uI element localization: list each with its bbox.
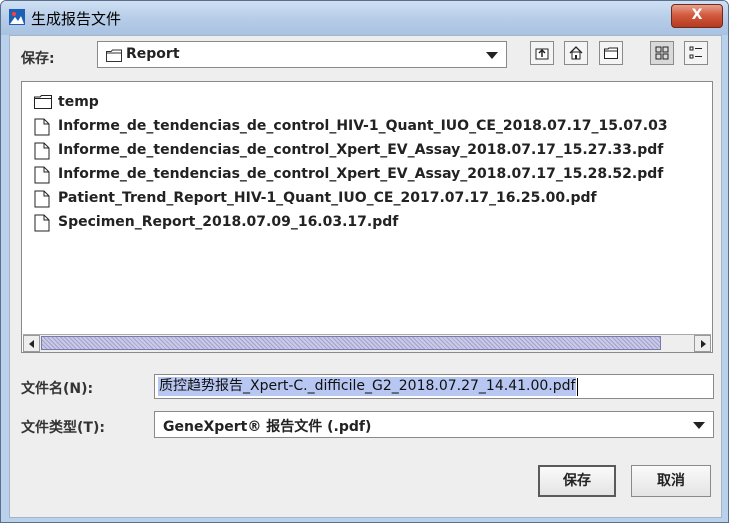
save-button[interactable]: 保存 [538,465,616,497]
file-list[interactable]: temp Informe_de_tendencias_de_control_HI… [21,81,713,353]
home-icon [569,46,583,60]
details-view-button[interactable] [684,41,708,65]
file-name: Patient_Trend_Report_HIV-1_Quant_IUO_CE_… [58,190,597,206]
filetype-dropdown[interactable]: GeneXpert® 报告文件 (.pdf) [154,411,714,438]
list-view-button[interactable] [650,41,674,65]
scroll-left-button[interactable] [23,335,40,352]
chevron-down-icon [486,52,498,59]
scroll-right-button[interactable] [694,335,711,352]
close-button[interactable]: X [671,4,723,28]
arrow-right-icon [701,340,706,348]
details-view-icon [689,46,702,59]
home-button[interactable] [564,41,588,65]
chevron-down-icon [693,422,705,429]
current-folder: Report [126,46,180,62]
app-icon [9,9,25,25]
folder-icon [106,49,122,62]
title-bar[interactable]: 生成报告文件 X [1,1,728,35]
file-icon [34,166,50,184]
window-title: 生成报告文件 [31,10,122,28]
file-name: Informe_de_tendencias_de_control_Xpert_E… [58,166,664,182]
cancel-button[interactable]: 取消 [631,465,711,497]
filename-field[interactable]: 质控趋势报告_Xpert-C._difficile_G2_2018.07.27_… [154,374,714,399]
file-icon [34,190,50,208]
filename-label: 文件名(N): [21,381,94,397]
file-name: Informe_de_tendencias_de_control_HIV-1_Q… [58,118,668,134]
file-icon [34,118,50,136]
file-icon [34,214,50,232]
new-folder-icon [604,47,618,59]
file-name: Informe_de_tendencias_de_control_Xpert_E… [58,142,664,158]
filetype-value: GeneXpert® 报告文件 (.pdf) [163,419,372,435]
save-dialog-window: 生成报告文件 X 保存: Report temp Informe_de_tend… [0,0,729,523]
file-name: Specimen_Report_2018.07.09_16.03.17.pdf [58,214,399,230]
save-in-dropdown[interactable]: Report [97,41,507,68]
up-one-level-button[interactable] [530,41,554,65]
folder-icon [34,95,52,109]
file-name: temp [58,94,99,110]
list-view-icon [655,46,669,60]
up-folder-icon [535,48,549,60]
scrollbar-thumb[interactable] [41,336,661,350]
save-in-label: 保存: [21,51,55,67]
arrow-left-icon [29,340,34,348]
horizontal-scrollbar[interactable] [23,334,711,352]
filename-value: 质控趋势报告_Xpert-C._difficile_G2_2018.07.27_… [158,377,577,396]
file-icon [34,142,50,160]
filetype-label: 文件类型(T): [21,420,105,436]
new-folder-button[interactable] [599,41,623,65]
text-caret [577,378,578,396]
